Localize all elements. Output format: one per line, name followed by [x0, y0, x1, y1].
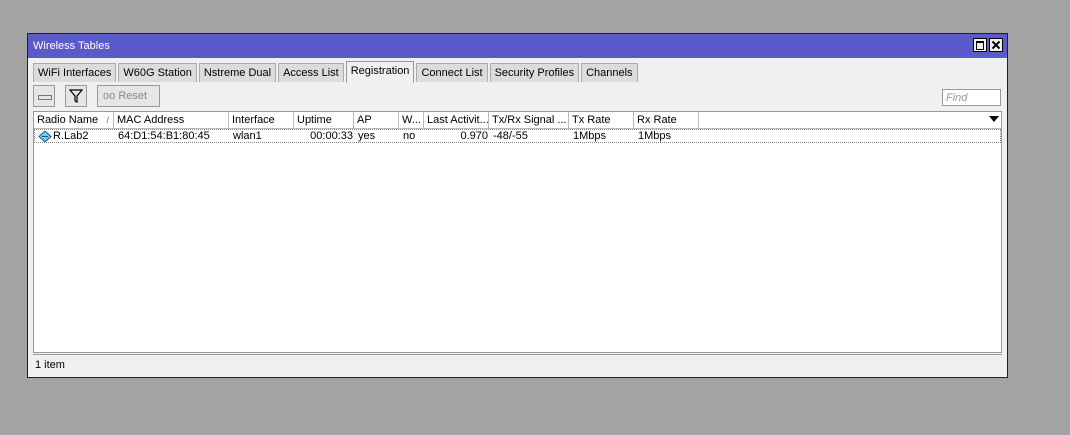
tab-nstreme-dual[interactable]: Nstreme Dual [198, 63, 277, 82]
filter-button[interactable] [65, 85, 87, 107]
wireless-tables-window: Wireless Tables WiFi Interfaces W60G Sta… [27, 33, 1008, 378]
column-menu-icon[interactable] [989, 116, 999, 122]
remove-button[interactable] [33, 85, 55, 107]
title-bar[interactable]: Wireless Tables [28, 34, 1007, 58]
cell-rx-rate: 1Mbps [638, 130, 672, 142]
column-header-tx-rate[interactable]: Tx Rate [569, 112, 634, 128]
tab-access-list[interactable]: Access List [278, 63, 344, 82]
column-header-rx-rate[interactable]: Rx Rate [634, 112, 699, 128]
reset-icon: oo [103, 90, 116, 102]
tab-wifi-interfaces[interactable]: WiFi Interfaces [33, 63, 117, 82]
cell-uptime: 00:00:33 [310, 130, 353, 142]
table-header: Radio Name / MAC Address Interface Uptim… [34, 112, 1001, 129]
column-header-ap[interactable]: AP [354, 112, 399, 128]
cell-ap: yes [358, 130, 376, 142]
window-title: Wireless Tables [33, 40, 110, 52]
cell-mac-address: 64:D1:54:B1:80:45 [118, 130, 210, 142]
reset-button[interactable]: oo Reset [97, 85, 160, 107]
cell-last-activity: 0.970 [460, 130, 488, 142]
status-bar: 1 item [33, 354, 1002, 374]
maximize-icon[interactable] [973, 38, 987, 52]
cell-tx-rate: 1Mbps [573, 130, 607, 142]
close-icon[interactable] [989, 38, 1003, 52]
cell-radio-name: R.Lab2 [35, 130, 115, 143]
find-input[interactable] [942, 89, 1001, 106]
cell-interface: wlan1 [233, 130, 262, 142]
column-header-wds[interactable]: W... [399, 112, 424, 128]
wireless-client-icon [38, 130, 52, 142]
column-header-radio-name[interactable]: Radio Name / [34, 112, 114, 128]
column-header-uptime[interactable]: Uptime [294, 112, 354, 128]
tab-connect-list[interactable]: Connect List [416, 63, 488, 82]
cell-wds: no [403, 130, 416, 142]
tab-channels[interactable]: Channels [581, 63, 638, 82]
column-header-interface[interactable]: Interface [229, 112, 294, 128]
tab-security-profiles[interactable]: Security Profiles [489, 63, 580, 82]
sort-icon: / [106, 115, 109, 125]
cell-signal: -48/-55 [493, 130, 528, 142]
table-row[interactable]: R.Lab2 64:D1:54:B1:80:45 wlan1 00:00:33 … [34, 129, 1001, 143]
tab-w60g-station[interactable]: W60G Station [118, 63, 197, 82]
tab-bar: WiFi Interfaces W60G Station Nstreme Dua… [33, 61, 640, 83]
registration-table: Radio Name / MAC Address Interface Uptim… [33, 111, 1002, 353]
filter-icon [69, 89, 83, 103]
column-header-mac-address[interactable]: MAC Address [114, 112, 229, 128]
column-header-signal[interactable]: Tx/Rx Signal ... [489, 112, 569, 128]
reset-label: Reset [118, 90, 148, 102]
tab-registration[interactable]: Registration [345, 61, 415, 83]
column-header-last-activity[interactable]: Last Activit... [424, 112, 489, 128]
toolbar: oo Reset [33, 85, 1002, 109]
